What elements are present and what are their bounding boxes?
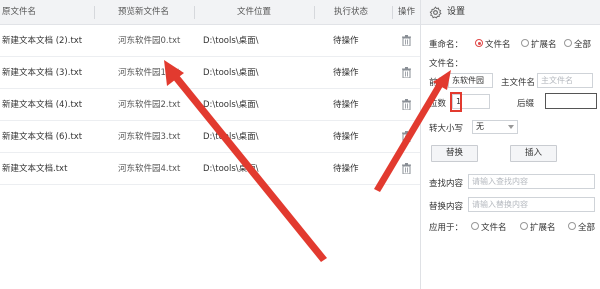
- settings-header: 设置: [421, 0, 600, 25]
- filename-section-label: 文件名：: [429, 59, 464, 69]
- rename-radio-filename[interactable]: [475, 39, 483, 47]
- main-filename-input[interactable]: 主文件名: [537, 73, 593, 88]
- rename-option-extension[interactable]: 扩展名: [531, 38, 557, 50]
- insert-button[interactable]: 插入: [510, 145, 557, 162]
- cell-preview: 河东软件园4.txt: [118, 164, 181, 174]
- replace-button[interactable]: 替换: [431, 145, 478, 162]
- cell-original: 新建文本文档 (4).txt: [2, 100, 83, 110]
- cell-status: 待操作: [333, 36, 359, 46]
- gear-icon: [429, 6, 442, 19]
- apply-radio-all[interactable]: [568, 222, 576, 230]
- cell-location: D:\tools\桌面\: [203, 132, 259, 142]
- trash-icon[interactable]: [402, 131, 411, 142]
- trash-icon[interactable]: [402, 99, 411, 110]
- suffix-input[interactable]: [545, 93, 597, 109]
- table-row[interactable]: 新建文本文档 (2).txt 河东软件园0.txt D:\tools\桌面\ 待…: [0, 25, 420, 57]
- cell-original: 新建文本文档.txt: [2, 164, 68, 174]
- table-row[interactable]: 新建文本文档 (3).txt 河东软件园1.txt D:\tools\桌面\ 待…: [0, 57, 420, 89]
- cell-original: 新建文本文档 (2).txt: [2, 36, 83, 46]
- rename-radio-all[interactable]: [564, 39, 572, 47]
- trash-icon[interactable]: [402, 67, 411, 78]
- cell-status: 待操作: [333, 100, 359, 110]
- cell-preview: 河东软件园1.txt: [118, 68, 181, 78]
- apply-option-filename[interactable]: 文件名: [481, 221, 507, 233]
- cell-original: 新建文本文档 (3).txt: [2, 68, 83, 78]
- table-header: 原文件名 预览新文件名 文件位置 执行状态 操作: [0, 0, 420, 25]
- cell-preview: 河东软件园2.txt: [118, 100, 181, 110]
- settings-title: 设置: [447, 7, 466, 17]
- cell-location: D:\tools\桌面\: [203, 164, 259, 174]
- rename-option-filename[interactable]: 文件名: [485, 38, 511, 50]
- cell-location: D:\tools\桌面\: [203, 36, 259, 46]
- apply-radio-filename[interactable]: [471, 222, 479, 230]
- trash-icon[interactable]: [402, 35, 411, 46]
- apply-option-extension[interactable]: 扩展名: [530, 221, 556, 233]
- case-select-value: 无: [476, 122, 484, 131]
- prefix-input[interactable]: 东软件园: [448, 73, 493, 88]
- file-table: 原文件名 预览新文件名 文件位置 执行状态 操作 新建文本文档 (2).txt …: [0, 0, 420, 289]
- cell-original: 新建文本文档 (6).txt: [2, 132, 83, 142]
- cell-location: D:\tools\桌面\: [203, 100, 259, 110]
- cell-location: D:\tools\桌面\: [203, 68, 259, 78]
- find-input[interactable]: 请输入查找内容: [468, 174, 595, 189]
- table-row[interactable]: 新建文本文档.txt 河东软件园4.txt D:\tools\桌面\ 待操作: [0, 153, 420, 185]
- cell-preview: 河东软件园3.txt: [118, 132, 181, 142]
- settings-panel: 设置 重命名： 文件名 扩展名 全部 文件名： 前缀 东软件园 主文件名 主文件…: [421, 0, 600, 289]
- digits-highlight: [450, 92, 462, 112]
- apply-option-all[interactable]: 全部: [578, 221, 595, 233]
- main-filename-label: 主文件名: [501, 78, 536, 88]
- apply-radio-extension[interactable]: [520, 222, 528, 230]
- cell-status: 待操作: [333, 164, 359, 174]
- cell-status: 待操作: [333, 68, 359, 78]
- col-preview-name[interactable]: 预览新文件名: [95, 0, 195, 25]
- replace-content-label: 替换内容: [429, 202, 464, 212]
- find-label: 查找内容: [429, 179, 464, 189]
- table-row[interactable]: 新建文本文档 (6).txt 河东软件园3.txt D:\tools\桌面\ 待…: [0, 121, 420, 153]
- digits-label: 位数: [429, 99, 447, 109]
- apply-label: 应用于：: [429, 223, 464, 233]
- suffix-label: 后缀: [517, 99, 535, 109]
- cell-status: 待操作: [333, 132, 359, 142]
- col-status[interactable]: 执行状态: [315, 0, 393, 25]
- prefix-label: 前缀: [429, 78, 447, 88]
- rename-label: 重命名：: [429, 40, 464, 50]
- col-action[interactable]: 操作: [393, 0, 420, 25]
- table-row[interactable]: 新建文本文档 (4).txt 河东软件园2.txt D:\tools\桌面\ 待…: [0, 89, 420, 121]
- rename-radio-extension[interactable]: [521, 39, 529, 47]
- rename-option-all[interactable]: 全部: [574, 38, 591, 50]
- chevron-down-icon: [508, 125, 514, 129]
- cell-preview: 河东软件园0.txt: [118, 36, 181, 46]
- trash-icon[interactable]: [402, 163, 411, 174]
- col-original-name[interactable]: 原文件名: [0, 0, 95, 25]
- replace-input[interactable]: 请输入替换内容: [468, 197, 595, 212]
- case-label: 转大小写: [429, 124, 464, 134]
- col-location[interactable]: 文件位置: [195, 0, 315, 25]
- case-select[interactable]: 无: [472, 120, 518, 134]
